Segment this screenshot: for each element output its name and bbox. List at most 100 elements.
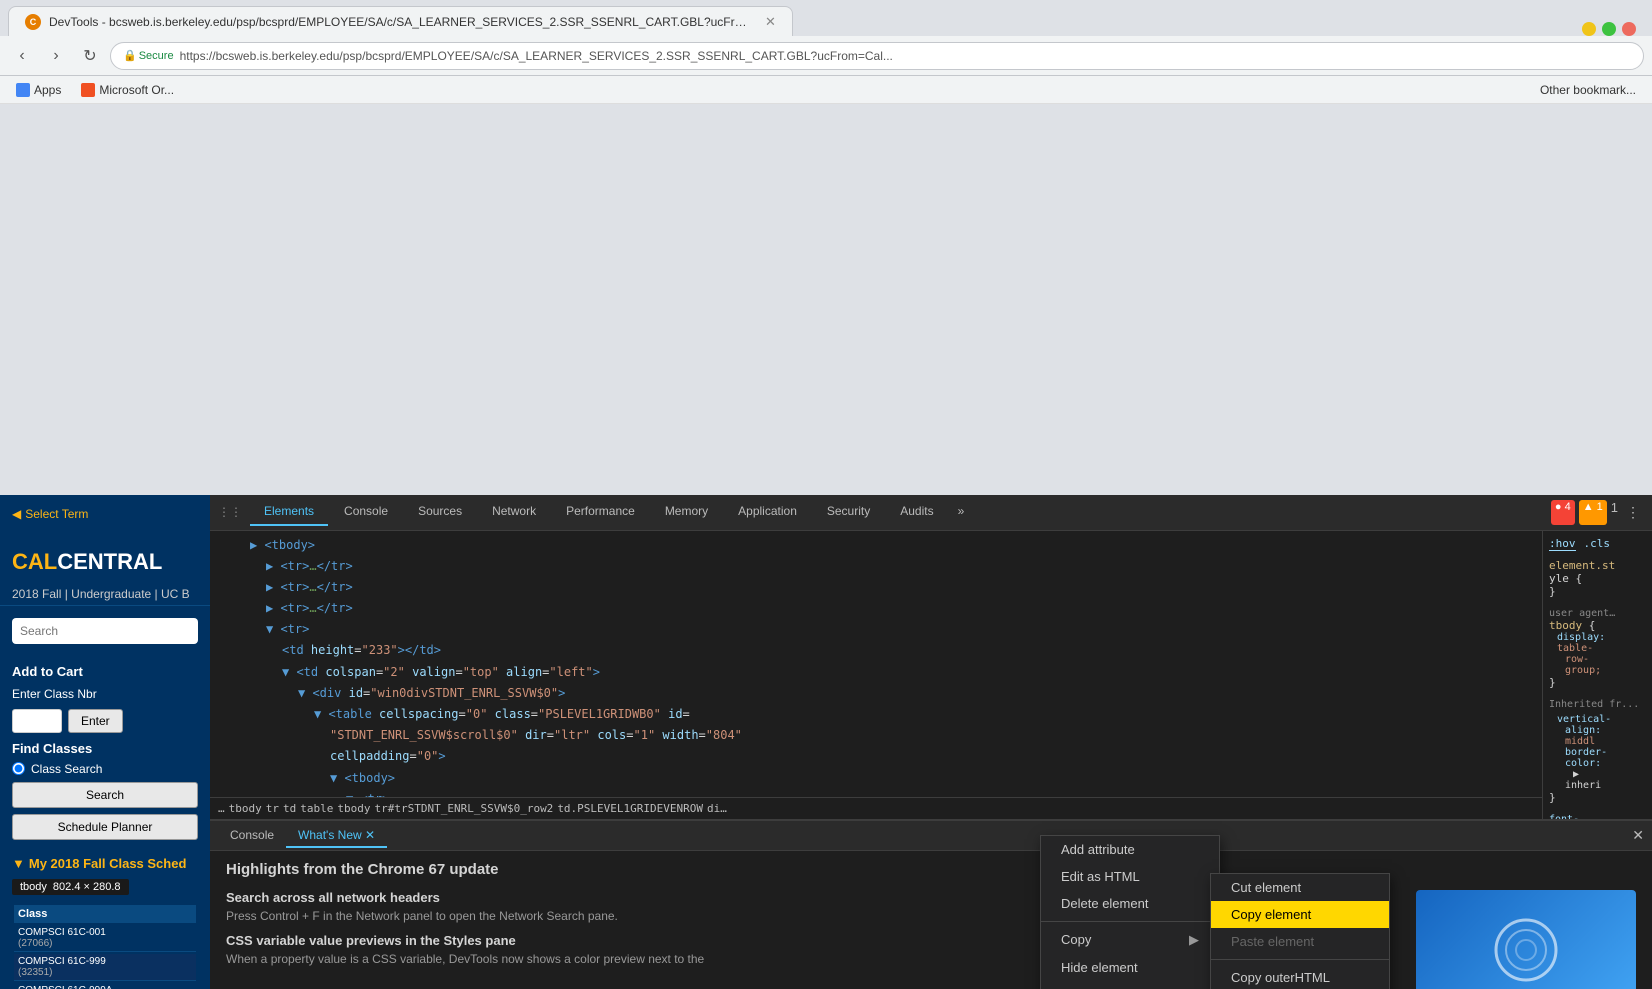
bookmark-apps[interactable]: Apps: [8, 81, 69, 99]
breadcrumb-td[interactable]: td: [283, 802, 296, 815]
html-line[interactable]: "STDNT_ENRL_SSVW$scroll$0" dir="ltr" col…: [218, 725, 1534, 746]
sidebar-header: ◀ Select Term: [0, 495, 210, 541]
style-rule-useragent: user agent… tbody { display: table- row-…: [1549, 608, 1646, 689]
html-content[interactable]: ▶ <tbody> ▶ <tr>…</tr> ▶ <tr>…</tr> ▶ <t…: [210, 531, 1542, 798]
ctx-copy-element[interactable]: Copy element: [1211, 901, 1389, 928]
html-line[interactable]: ▼ <td colspan="2" valign="top" align="le…: [218, 662, 1534, 683]
breadcrumb-tbody2[interactable]: tbody: [337, 802, 370, 815]
class-list-item[interactable]: COMPSCI 61C-001(27066): [14, 925, 196, 952]
bookmark-other[interactable]: Other bookmark...: [1532, 81, 1644, 99]
browser-tab[interactable]: C DevTools - bcsweb.is.berkeley.edu/psp/…: [8, 6, 793, 36]
devtools-toolbar: ⋮⋮ Elements Console Sources Network Perf…: [210, 495, 1652, 531]
bottom-tab-console[interactable]: Console: [218, 824, 286, 848]
class-list-item[interactable]: COMPSCI 61C-999(32351): [14, 954, 196, 981]
class-search-radio-input[interactable]: [12, 762, 25, 775]
tab-console[interactable]: Console: [330, 498, 402, 526]
breadcrumb-di[interactable]: di…: [707, 802, 727, 815]
ctx-delete-element[interactable]: Delete element: [1041, 890, 1219, 917]
tbody-label: tbody: [20, 881, 47, 893]
copy-sep1: [1211, 959, 1389, 960]
devtools-settings-icon[interactable]: ⋮: [1622, 500, 1644, 525]
tab-more[interactable]: »: [950, 498, 973, 526]
minimize-btn[interactable]: [1582, 22, 1596, 36]
html-line[interactable]: cellpadding="0">: [218, 746, 1534, 767]
forward-button[interactable]: ›: [42, 42, 70, 70]
copy-submenu-arrow: ▶: [1189, 932, 1199, 948]
ctx-hide-element[interactable]: Hide element: [1041, 954, 1219, 981]
breadcrumb-table[interactable]: table: [300, 802, 333, 815]
styles-panel: :hov .cls element.st yle { } user agent……: [1542, 531, 1652, 820]
html-line[interactable]: ▶ <tbody>: [218, 535, 1534, 556]
reload-button[interactable]: ↻: [76, 42, 104, 70]
html-line[interactable]: ▼ <tbody>: [218, 768, 1534, 789]
html-line[interactable]: ▶ <tr>…</tr>: [218, 556, 1534, 577]
styles-tabs: :hov .cls: [1549, 537, 1646, 551]
tbody-badge: tbody 802.4 × 280.8: [12, 879, 129, 895]
error-badge: ● 4: [1551, 500, 1575, 525]
tab-performance[interactable]: Performance: [552, 498, 649, 526]
class-nbr-input-row: Enter: [12, 709, 198, 733]
enter-class-row: Enter Class Nbr: [12, 687, 198, 701]
html-line[interactable]: ▶ <tr>…</tr>: [218, 577, 1534, 598]
style-rule-element: element.st yle { }: [1549, 559, 1646, 598]
devtools-drag-icon: ⋮⋮: [218, 505, 242, 519]
schedule-planner-button[interactable]: Schedule Planner: [12, 814, 198, 840]
class-table: Class COMPSCI 61C-001(27066)COMPSCI 61C-…: [12, 903, 198, 989]
address-field[interactable]: 🔒 Secure https://bcsweb.is.berkeley.edu/…: [110, 42, 1644, 70]
devtools-container: ⋮⋮ Elements Console Sources Network Perf…: [210, 495, 1652, 989]
class-nbr-input[interactable]: [12, 709, 62, 733]
whats-new-title: Highlights from the Chrome 67 update: [226, 861, 1636, 878]
breadcrumb-tr[interactable]: tr: [266, 802, 279, 815]
tab-title: DevTools - bcsweb.is.berkeley.edu/psp/bc…: [49, 15, 749, 29]
top-area: ◀ Select Term CALCENTRAL 2018 Fall | Und…: [0, 495, 1652, 989]
breadcrumb-dots[interactable]: …: [218, 802, 225, 815]
browser-chrome: C DevTools - bcsweb.is.berkeley.edu/psp/…: [0, 0, 1652, 495]
tab-audits[interactable]: Audits: [886, 498, 947, 526]
styles-tab-hov[interactable]: :hov: [1549, 537, 1576, 551]
breadcrumb-td-class[interactable]: td.PSLEVEL1GRIDEVENROW: [557, 802, 703, 815]
html-line[interactable]: ▼ <tr>: [218, 619, 1534, 640]
add-to-cart-label: Add to Cart: [12, 664, 198, 679]
close-btn[interactable]: [1622, 22, 1636, 36]
my-schedule-toggle[interactable]: ▼ My 2018 Fall Class Sched: [12, 856, 198, 871]
ctx-copy-outerhtml[interactable]: Copy outerHTML: [1211, 964, 1389, 989]
tab-network[interactable]: Network: [478, 498, 550, 526]
enter-button[interactable]: Enter: [68, 709, 123, 733]
tab-sources[interactable]: Sources: [404, 498, 476, 526]
ctx-force-state[interactable]: Force state ▶: [1041, 981, 1219, 989]
bookmark-microsoft[interactable]: Microsoft Or...: [73, 81, 182, 99]
whats-new-image: [1416, 890, 1636, 989]
tab-memory[interactable]: Memory: [651, 498, 722, 526]
breadcrumb-tbody1[interactable]: tbody: [229, 802, 262, 815]
ctx-copy[interactable]: Copy ▶: [1041, 926, 1219, 954]
class-col-header: Class: [14, 905, 196, 923]
html-line[interactable]: ▼ <table cellspacing="0" class="PSLEVEL1…: [218, 704, 1534, 725]
tab-security[interactable]: Security: [813, 498, 884, 526]
breadcrumb-tr-id[interactable]: tr#trSTDNT_ENRL_SSVW$0_row2: [375, 802, 554, 815]
html-line[interactable]: ▼ <div id="win0divSTDNT_ENRL_SSVW$0">: [218, 683, 1534, 704]
html-line[interactable]: ▼ <tr>: [218, 789, 1534, 797]
back-to-select-term[interactable]: ◀ Select Term: [12, 507, 198, 521]
search-button[interactable]: Search: [12, 782, 198, 808]
class-list-item[interactable]: COMPSCI 61C-999A(32352): [14, 983, 196, 989]
address-bar-row: ‹ › ↻ 🔒 Secure https://bcsweb.is.berkele…: [0, 36, 1652, 76]
tab-close[interactable]: ✕: [765, 14, 776, 30]
bottom-panel-close[interactable]: ✕: [1632, 827, 1644, 844]
ctx-edit-html[interactable]: Edit as HTML: [1041, 863, 1219, 890]
tab-elements[interactable]: Elements: [250, 498, 328, 526]
devtools-body: ▶ <tbody> ▶ <tr>…</tr> ▶ <tr>…</tr> ▶ <t…: [210, 531, 1652, 820]
maximize-btn[interactable]: [1602, 22, 1616, 36]
bottom-tabs: Console What's New ✕ ✕: [210, 821, 1652, 851]
back-button[interactable]: ‹: [8, 42, 36, 70]
my-schedule-label: My 2018 Fall Class Sched: [29, 856, 187, 871]
styles-tab-cls[interactable]: .cls: [1584, 537, 1611, 551]
bottom-tab-whatsnew[interactable]: What's New ✕: [286, 824, 387, 848]
ctx-cut-element[interactable]: Cut element: [1211, 874, 1389, 901]
search-input[interactable]: [12, 618, 198, 644]
html-line[interactable]: <td height="233"></td>: [218, 640, 1534, 661]
breadcrumb-bar: … tbody tr td table tbody: [210, 797, 1542, 819]
html-line[interactable]: ▶ <tr>…</tr>: [218, 598, 1534, 619]
tab-application[interactable]: Application: [724, 498, 811, 526]
ctx-add-attribute[interactable]: Add attribute: [1041, 836, 1219, 863]
my-schedule-section: ▼ My 2018 Fall Class Sched tbody 802.4 ×…: [0, 848, 210, 989]
